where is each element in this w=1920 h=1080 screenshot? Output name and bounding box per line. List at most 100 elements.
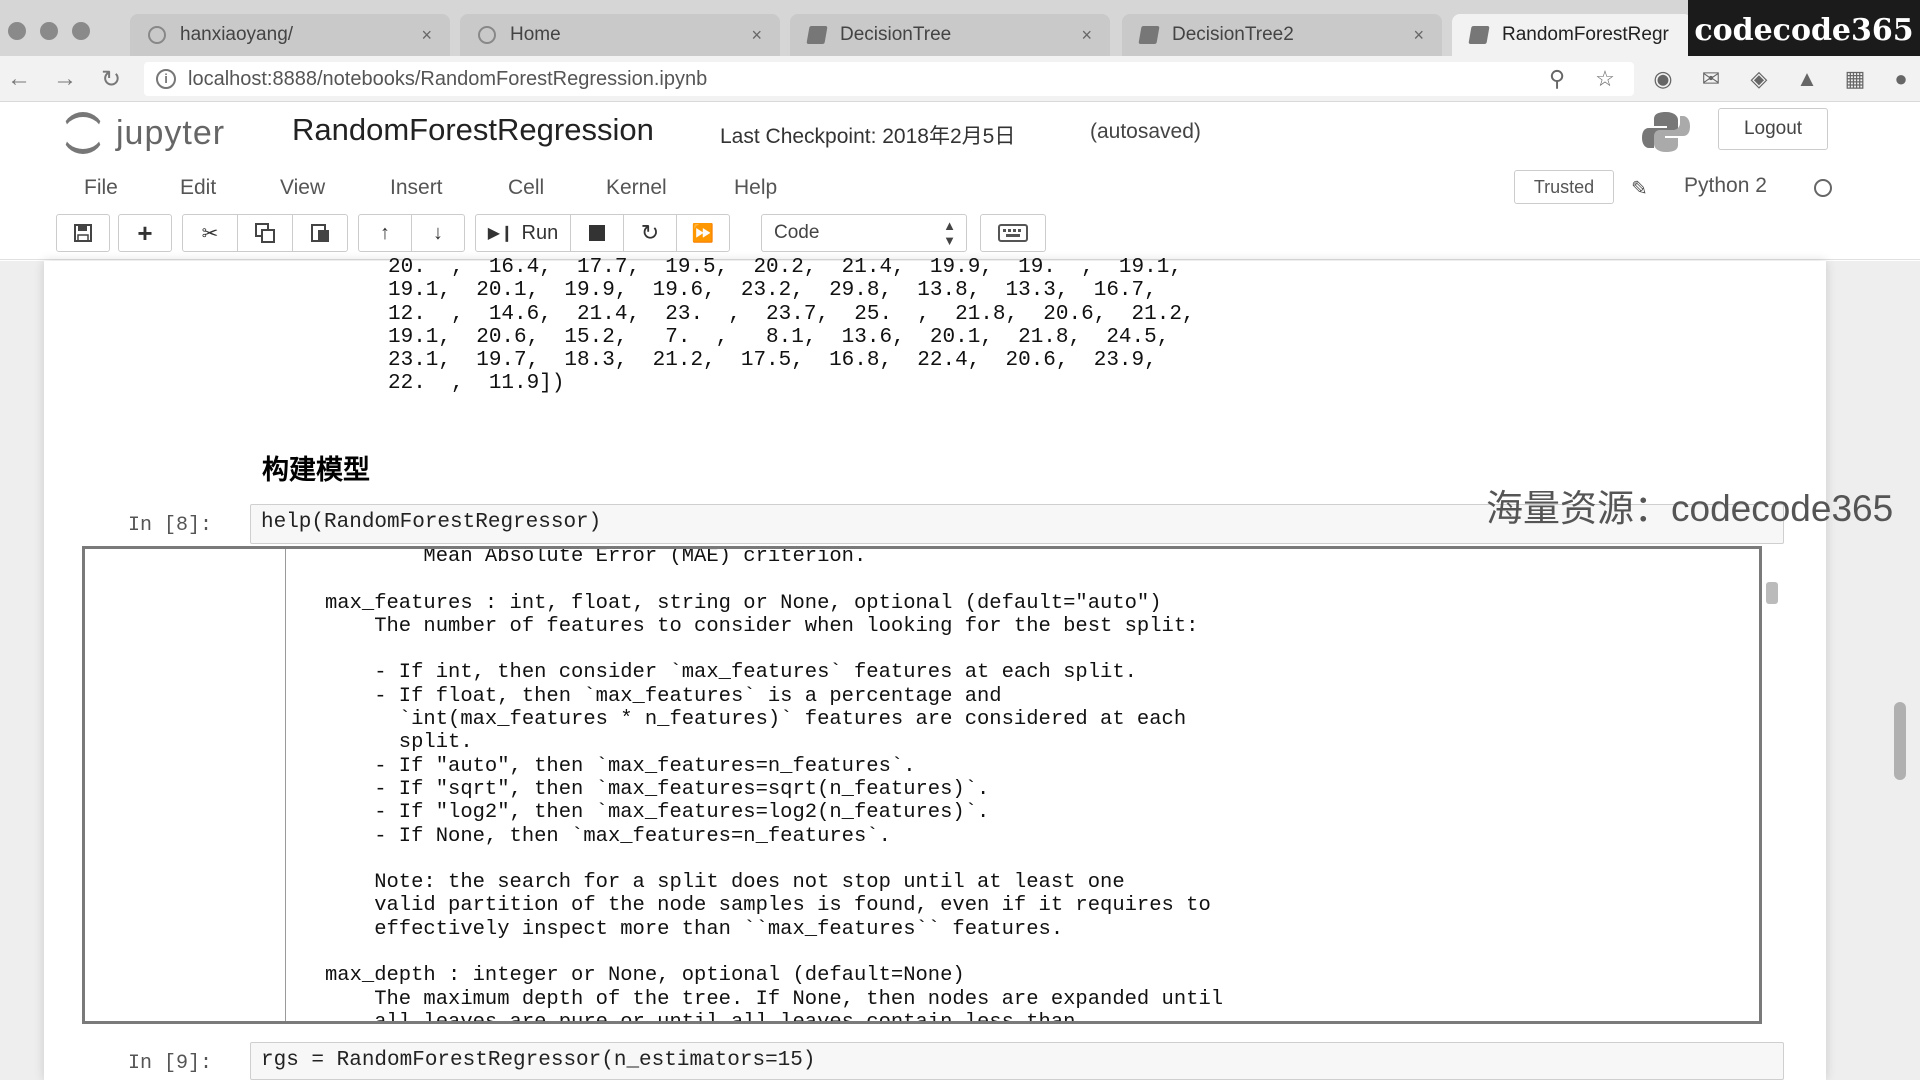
stop-icon xyxy=(589,225,605,241)
window-zoom-button[interactable] xyxy=(72,22,90,40)
info-icon[interactable]: i xyxy=(156,69,176,89)
select-caret-icon: ▲ ▼ xyxy=(943,218,956,248)
jupyter-logo-icon xyxy=(62,112,104,154)
url-field[interactable]: i localhost:8888/notebooks/RandomForestR… xyxy=(144,62,1634,96)
menu-edit[interactable]: Edit xyxy=(180,176,216,200)
paste-button[interactable] xyxy=(292,214,348,252)
tab-title: DecisionTree xyxy=(840,24,952,45)
output-divider xyxy=(285,549,286,1021)
hat-icon[interactable]: ▲ xyxy=(1794,66,1820,92)
close-icon[interactable]: × xyxy=(751,25,762,46)
tab-title: DecisionTree2 xyxy=(1172,24,1294,45)
arrow-up-icon: ↑ xyxy=(380,221,390,244)
page-scrollbar[interactable] xyxy=(1894,702,1906,780)
close-icon[interactable]: × xyxy=(421,25,432,46)
keyboard-icon xyxy=(998,224,1028,242)
input-prompt: In [9]: xyxy=(128,1052,213,1075)
forward-arrow-icon[interactable]: → xyxy=(50,64,80,94)
logout-button[interactable]: Logout xyxy=(1718,108,1828,150)
overlay-watermark: 海量资源：codecode365 xyxy=(1486,488,1894,529)
menu-kernel[interactable]: Kernel xyxy=(606,176,667,200)
jupyter-logo[interactable]: jupyter xyxy=(62,112,225,154)
insert-cell-button[interactable]: + xyxy=(118,214,172,252)
window-close-button[interactable] xyxy=(8,22,26,40)
loading-icon xyxy=(148,26,166,44)
cell-type-select[interactable]: Code ▲ ▼ xyxy=(761,214,967,252)
notebook-icon xyxy=(1138,26,1160,44)
browser-tab-randomforest[interactable]: RandomForestRegr xyxy=(1452,14,1692,56)
page-scrollbar-track[interactable] xyxy=(1892,261,1906,1080)
command-palette-button[interactable] xyxy=(980,214,1046,252)
help-output-area[interactable]: Mean Absolute Error (MAE) criterion. max… xyxy=(82,546,1762,1024)
browser-tab-decisiontree[interactable]: DecisionTree × xyxy=(790,14,1110,56)
loading-icon xyxy=(478,26,496,44)
browser-tab-home[interactable]: Home × xyxy=(460,14,780,56)
checkpoint-status: Last Checkpoint: 2018年2月5日 xyxy=(720,125,1016,148)
interrupt-button[interactable] xyxy=(570,214,624,252)
cell-type-value: Code xyxy=(774,222,820,243)
zoom-icon[interactable]: ⚲ xyxy=(1544,66,1570,92)
notebook-name[interactable]: RandomForestRegression xyxy=(292,112,654,148)
move-down-button[interactable]: ↓ xyxy=(411,214,465,252)
menu-cell[interactable]: Cell xyxy=(508,176,544,200)
extension-icon[interactable]: ● xyxy=(1888,66,1914,92)
close-icon[interactable]: × xyxy=(1081,25,1092,46)
plus-icon: + xyxy=(137,217,153,248)
run-button[interactable]: ▶❙ Run xyxy=(475,214,571,252)
menu-help[interactable]: Help xyxy=(734,176,777,200)
restart-run-all-button[interactable]: ⏩ xyxy=(676,214,730,252)
mail-icon[interactable]: ✉ xyxy=(1698,66,1724,92)
input-prompt: In [8]: xyxy=(128,514,213,537)
tab-title: Home xyxy=(510,24,561,45)
star-icon[interactable]: ☆ xyxy=(1592,66,1618,92)
back-arrow-icon[interactable]: ← xyxy=(4,64,34,94)
trusted-button[interactable]: Trusted xyxy=(1514,170,1614,204)
markdown-heading[interactable]: 构建模型 xyxy=(262,448,370,487)
window-minimize-button[interactable] xyxy=(40,22,58,40)
run-label: Run xyxy=(521,221,559,244)
code-cell-input[interactable]: rgs = RandomForestRegressor(n_estimators… xyxy=(250,1042,1784,1080)
fast-forward-icon: ⏩ xyxy=(691,222,715,243)
kernel-name[interactable]: Python 2 xyxy=(1684,174,1767,198)
address-bar: ← → ↻ i localhost:8888/notebooks/RandomF… xyxy=(0,56,1920,102)
extension-icon[interactable]: ▦ xyxy=(1842,66,1868,92)
step-forward-icon: ▶❙ xyxy=(487,225,514,242)
jupyter-header: jupyter RandomForestRegression Last Chec… xyxy=(0,102,1920,260)
cut-button[interactable]: ✂ xyxy=(182,214,238,252)
pencil-icon[interactable]: ✎ xyxy=(1631,176,1648,201)
tab-title: hanxiaoyang/ xyxy=(180,24,294,45)
notebook-icon xyxy=(806,26,828,44)
help-output-text: Mean Absolute Error (MAE) criterion. max… xyxy=(325,546,1224,1024)
move-up-button[interactable]: ↑ xyxy=(358,214,412,252)
kernel-idle-indicator-icon xyxy=(1814,179,1832,197)
tab-title: RandomForestRegr xyxy=(1502,24,1669,45)
paste-icon xyxy=(311,224,329,242)
extension-icon[interactable]: ◉ xyxy=(1650,66,1676,92)
menu-bar: File Edit View Insert Cell Kernel Help T… xyxy=(56,166,1916,210)
browser-tab-decisiontree2[interactable]: DecisionTree2 × xyxy=(1122,14,1442,56)
reload-icon[interactable]: ↻ xyxy=(96,64,126,94)
save-button[interactable] xyxy=(56,214,110,252)
array-output: 20. , 16.4, 17.7, 19.5, 20.2, 21.4, 19.9… xyxy=(388,256,1195,396)
notebook-icon xyxy=(1468,26,1490,44)
copy-icon xyxy=(255,223,275,243)
menu-view[interactable]: View xyxy=(280,176,325,200)
browser-tab-bar: hanxiaoyang/ × Home × DecisionTree × Dec… xyxy=(0,0,1920,60)
arrow-down-icon: ↓ xyxy=(433,221,443,244)
copy-button[interactable] xyxy=(237,214,293,252)
menu-file[interactable]: File xyxy=(84,176,118,200)
restart-icon: ↻ xyxy=(640,220,660,245)
autosave-status: (autosaved) xyxy=(1090,120,1201,143)
browser-tab-hanxiaoyang[interactable]: hanxiaoyang/ × xyxy=(130,14,450,56)
watermark-badge: codecode365 xyxy=(1688,0,1920,60)
menu-insert[interactable]: Insert xyxy=(390,176,443,200)
save-icon xyxy=(74,224,92,242)
python-logo-icon xyxy=(1642,112,1690,152)
scissors-icon: ✂ xyxy=(201,222,219,245)
url-text: localhost:8888/notebooks/RandomForestReg… xyxy=(188,67,708,90)
restart-button[interactable]: ↻ xyxy=(623,214,677,252)
jupyter-logo-text: jupyter xyxy=(116,113,226,152)
close-icon[interactable]: × xyxy=(1413,25,1424,46)
extension-icon[interactable]: ◈ xyxy=(1746,66,1772,92)
output-scrollbar[interactable] xyxy=(1766,582,1778,604)
